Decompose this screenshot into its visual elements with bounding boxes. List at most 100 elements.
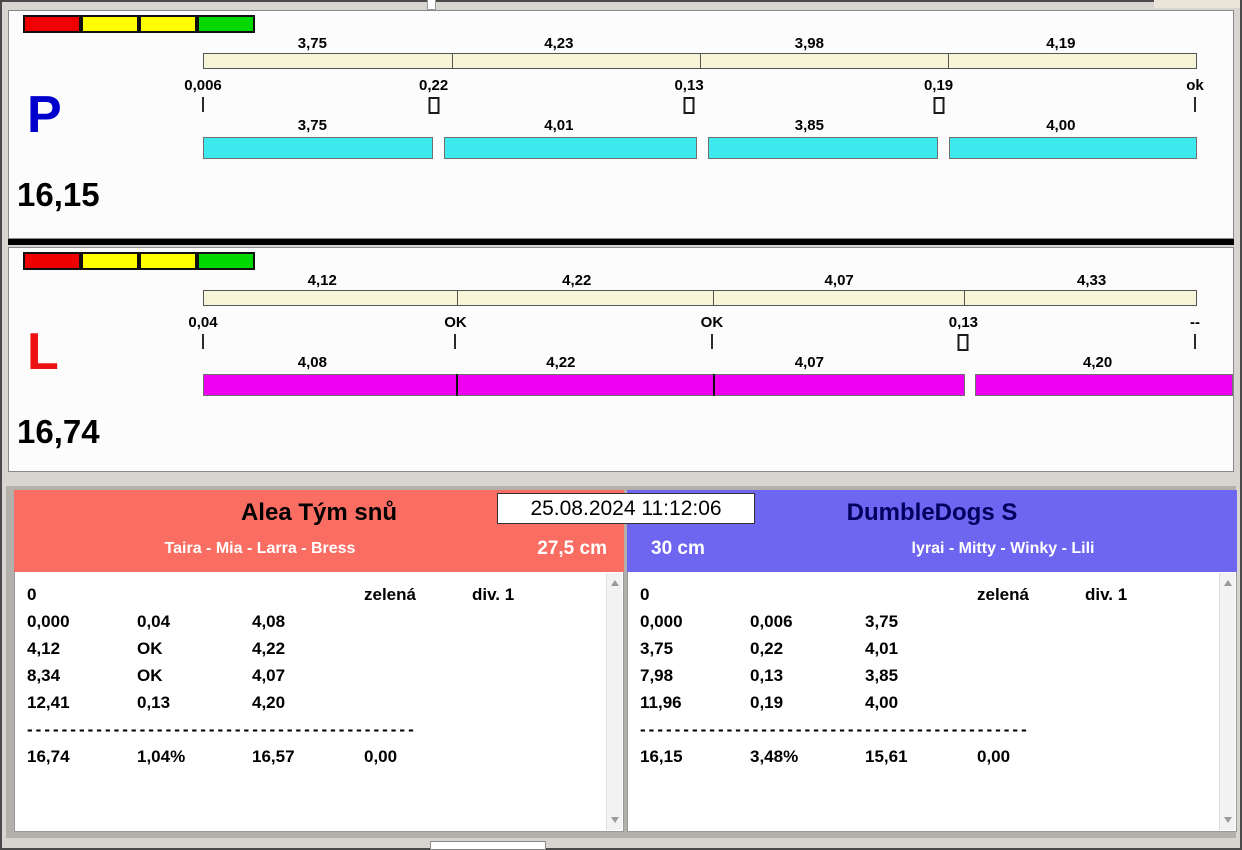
lane-l-letter: L <box>27 323 59 381</box>
lane-p-total-time: 16,15 <box>17 176 100 213</box>
team-panel-left: Alea Tým snů Taira - Mia - Larra - Bress… <box>14 490 624 832</box>
cell: 4,07 <box>252 666 286 685</box>
scroll-down-arrow-icon[interactable] <box>607 812 622 828</box>
cell: 3,75 <box>640 639 674 658</box>
change-time: 0,04 <box>188 314 218 331</box>
cell <box>865 581 977 608</box>
cell: 12,41 <box>27 693 70 712</box>
jump-height: 30 cm <box>651 538 705 559</box>
scroll-up-arrow-icon[interactable] <box>607 575 622 591</box>
cell <box>364 608 472 635</box>
cell <box>1085 743 1212 770</box>
result-rows: 0 zelená div. 1 0,000 0,006 3,75 3,75 0,22 4,0… <box>640 581 1212 770</box>
change-time: OK <box>700 314 724 331</box>
cell: 0,000 <box>640 612 683 631</box>
cell <box>1085 635 1212 662</box>
result-row: 11,96 0,19 4,00 <box>640 689 1212 716</box>
cell: 7,98 <box>640 666 674 685</box>
lane-p-dog-times: 3,75 4,01 3,85 4,00 <box>203 117 1197 135</box>
tick-marker <box>202 334 204 349</box>
time-bar <box>444 137 697 159</box>
start-lights <box>23 252 255 270</box>
lane-p-change-markers <box>202 97 1197 117</box>
team-left-results: 0 zelená div. 1 0,000 0,04 4,08 4,12 OK 4,22 8… <box>14 572 624 832</box>
split-time: 3,98 <box>794 35 824 52</box>
dog-time: 4,07 <box>794 354 824 371</box>
scrollbar[interactable] <box>1219 573 1235 830</box>
cell: 15,61 <box>865 747 908 766</box>
cell <box>1085 608 1212 635</box>
cell: 0,22 <box>750 639 784 658</box>
cell: 3,48% <box>750 747 799 766</box>
lane-p-track <box>203 53 1197 69</box>
cell <box>750 581 865 608</box>
cell <box>472 608 599 635</box>
cell: zelená <box>364 585 416 604</box>
lane-p-change-times: 0,006 0,22 0,13 0,19 ok <box>184 77 1204 95</box>
cell <box>472 689 599 716</box>
team-panel-right: DumbleDogs S lyrai - Mitty - Winky - Lil… <box>627 490 1237 832</box>
change-time: 0,13 <box>948 314 979 331</box>
time-bar <box>708 137 938 159</box>
lane-l-total-time: 16,74 <box>17 413 100 450</box>
box-marker <box>428 97 440 114</box>
cell <box>977 662 1085 689</box>
split-time: 4,23 <box>544 35 574 52</box>
cell: 16,57 <box>252 747 295 766</box>
lane-l-track <box>203 290 1197 306</box>
cell: OK <box>137 639 163 658</box>
change-time: 0,13 <box>674 77 704 94</box>
lane-panel-p: 3,75 4,23 3,98 4,19 0,006 0,22 0,13 0,19… <box>8 10 1234 239</box>
cell <box>977 689 1085 716</box>
team-dogs: Taira - Mia - Larra - Bress <box>164 540 356 557</box>
tick-marker <box>454 334 457 349</box>
result-row: 0,000 0,04 4,08 <box>27 608 599 635</box>
cell: 1,04% <box>137 747 186 766</box>
scrollbar[interactable] <box>606 573 622 830</box>
cell: zelená <box>977 585 1029 604</box>
split-time: 4,22 <box>562 272 592 289</box>
change-time: 0,006 <box>184 77 222 94</box>
cell: 4,12 <box>27 639 61 658</box>
tick-marker <box>1194 334 1196 349</box>
start-light-red <box>23 15 81 33</box>
scroll-down-arrow-icon[interactable] <box>1220 812 1235 828</box>
tick-marker <box>710 334 713 349</box>
cell <box>977 608 1085 635</box>
lane-p-letter: P <box>27 86 62 144</box>
split-time: 4,33 <box>1077 272 1107 289</box>
cell <box>364 662 472 689</box>
start-lights <box>23 15 255 33</box>
dog-time: 4,01 <box>544 117 574 134</box>
cell <box>364 635 472 662</box>
lane-l-split-times: 4,12 4,22 4,07 4,33 <box>203 272 1197 290</box>
cell <box>472 635 599 662</box>
change-time: OK <box>444 314 467 331</box>
start-light-yellow-2 <box>139 15 197 33</box>
dog-time: 4,22 <box>546 354 576 371</box>
cell <box>977 635 1085 662</box>
result-row: 0,000 0,006 3,75 <box>640 608 1212 635</box>
split-time: 3,75 <box>297 35 327 52</box>
tick-marker <box>202 97 204 112</box>
cell <box>472 662 599 689</box>
result-row: 4,12 OK 4,22 <box>27 635 599 662</box>
time-bar <box>203 374 965 396</box>
start-light-yellow-1 <box>81 15 139 33</box>
window-artifact-top-right <box>1154 0 1240 8</box>
result-row: 0 zelená div. 1 <box>640 581 1212 608</box>
lane-divider <box>8 239 1234 245</box>
result-row: 12,41 0,13 4,20 <box>27 689 599 716</box>
cell: 4,22 <box>252 639 286 658</box>
cell: 0,006 <box>750 612 793 631</box>
separator-line: ----------------------------------------… <box>640 720 1030 739</box>
cell: 0 <box>640 585 650 604</box>
scroll-up-arrow-icon[interactable] <box>1220 575 1235 591</box>
start-light-green <box>197 15 255 33</box>
cell <box>1085 662 1212 689</box>
change-time: -- <box>1190 314 1200 331</box>
cell: 4,20 <box>252 693 286 712</box>
cell: 0,00 <box>977 747 1011 766</box>
cell <box>472 743 599 770</box>
tick-marker <box>1194 97 1196 112</box>
